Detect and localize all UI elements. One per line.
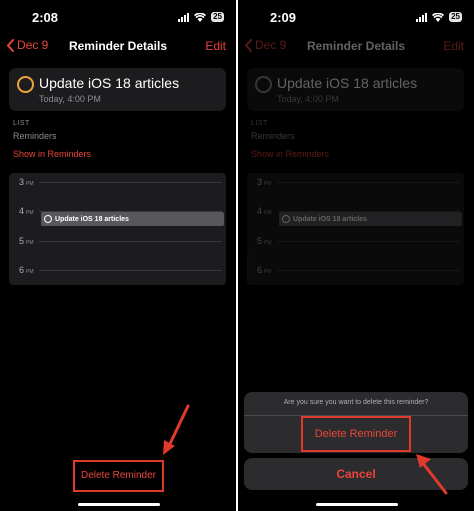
calendar-preview: 3 PM 4 PM 5 PM 6 PM Update iOS 18 articles (247, 173, 464, 285)
hour-line (39, 182, 222, 183)
confirm-delete-button[interactable]: Delete Reminder (301, 428, 411, 440)
battery-icon: 25 (449, 12, 462, 22)
reminder-circle-icon[interactable] (17, 76, 34, 93)
event-label: Update iOS 18 articles (293, 215, 367, 223)
list-label: LIST (13, 120, 30, 127)
hour-line (277, 270, 460, 271)
list-value: Reminders (251, 131, 295, 141)
arrow-icon (163, 404, 190, 455)
status-time: 2:09 (270, 10, 297, 25)
hour-label: 3 PM (19, 177, 34, 187)
edit-button[interactable]: Edit (443, 39, 464, 53)
reminder-title[interactable]: Update iOS 18 articles (39, 75, 179, 91)
left-screenshot: 2:08 25 Dec 9 Reminder Details Edit Upda… (0, 0, 236, 511)
battery-icon: 25 (211, 12, 224, 22)
hour-label: 4 PM (257, 206, 272, 216)
wifi-icon (194, 12, 207, 22)
edit-button[interactable]: Edit (205, 39, 226, 53)
status-icons: 25 (416, 12, 462, 22)
comparison-frame: 2:08 25 Dec 9 Reminder Details Edit Upda… (0, 0, 474, 511)
status-time: 2:08 (32, 10, 59, 25)
hour-label: 5 PM (257, 236, 272, 246)
reminder-circle-icon[interactable] (255, 76, 272, 93)
right-screenshot: 2:09 25 Dec 9 Reminder Details Edit Upda… (238, 0, 474, 511)
calendar-preview: 3 PM 4 PM 5 PM 6 PM Update iOS 18 articles (9, 173, 226, 285)
hour-line (277, 241, 460, 242)
event-circle-icon (282, 215, 290, 223)
confirmation-message: Are you sure you want to delete this rem… (283, 399, 429, 406)
hour-line (39, 270, 222, 271)
nav-title: Reminder Details (306, 39, 406, 53)
reminder-title[interactable]: Update iOS 18 articles (277, 75, 417, 91)
reminder-card: Update iOS 18 articles Today, 4:00 PM (247, 68, 464, 111)
calendar-event[interactable]: Update iOS 18 articles (279, 212, 462, 226)
reminder-card: Update iOS 18 articles Today, 4:00 PM (9, 68, 226, 111)
hour-label: 6 PM (19, 265, 34, 275)
hour-label: 4 PM (19, 206, 34, 216)
show-in-reminders-link[interactable]: Show in Reminders (251, 149, 329, 159)
event-circle-icon (44, 215, 52, 223)
home-indicator (316, 503, 398, 506)
hour-label: 6 PM (257, 265, 272, 275)
home-indicator (78, 503, 160, 506)
show-in-reminders-link[interactable]: Show in Reminders (13, 149, 91, 159)
event-label: Update iOS 18 articles (55, 215, 129, 223)
arrow-icon (416, 454, 448, 495)
reminder-subtitle: Today, 4:00 PM (277, 94, 339, 104)
delete-reminder-button[interactable]: Delete Reminder (73, 470, 164, 481)
hour-label: 3 PM (257, 177, 272, 187)
wifi-icon (432, 12, 445, 22)
calendar-event[interactable]: Update iOS 18 articles (41, 212, 224, 226)
nav-title: Reminder Details (68, 39, 168, 53)
hour-label: 5 PM (19, 236, 34, 246)
hour-line (277, 182, 460, 183)
reminder-subtitle: Today, 4:00 PM (39, 94, 101, 104)
list-label: LIST (251, 120, 268, 127)
status-icons: 25 (178, 12, 224, 22)
signal-icon (178, 12, 190, 22)
signal-icon (416, 12, 428, 22)
list-value: Reminders (13, 131, 57, 141)
hour-line (39, 241, 222, 242)
